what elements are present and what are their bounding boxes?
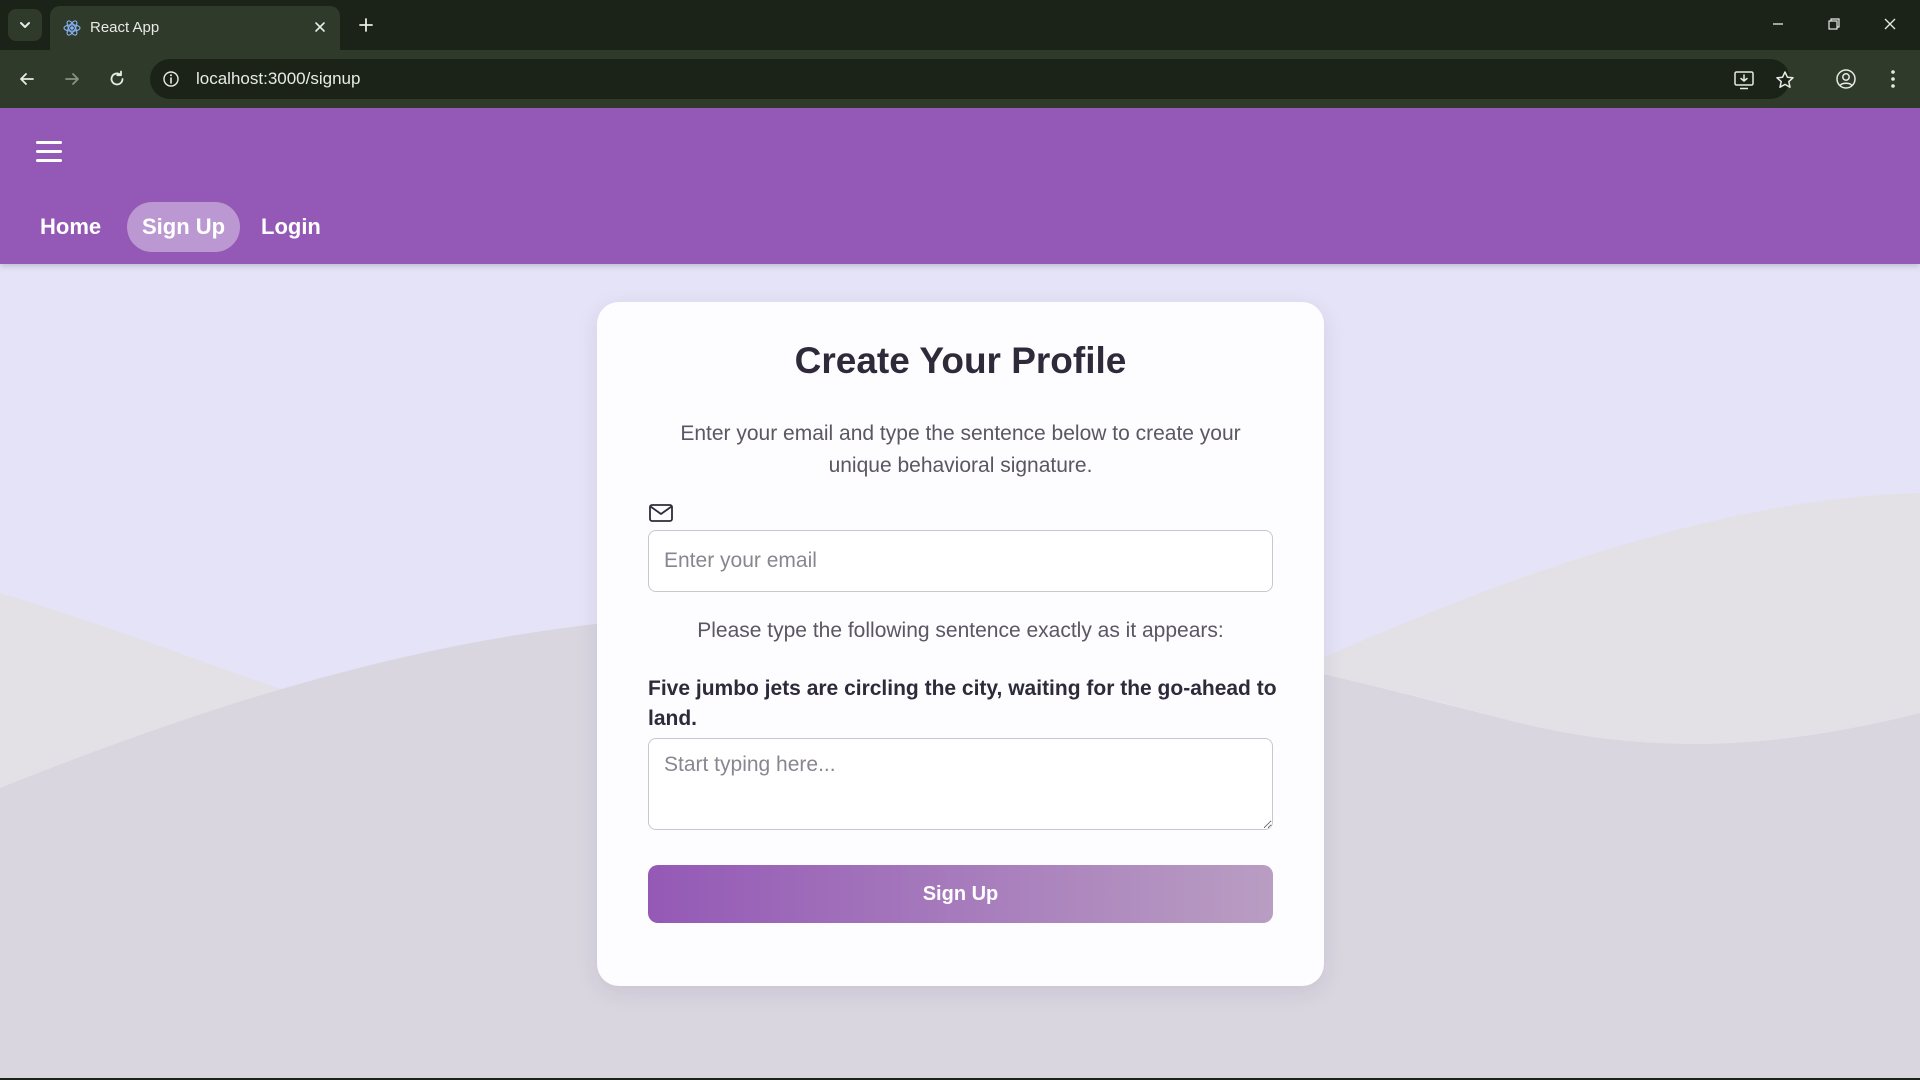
reload-button[interactable] [101,63,133,95]
bookmark-button[interactable] [1773,68,1797,92]
reload-icon [110,70,124,86]
hamburger-menu-button[interactable] [36,134,70,168]
restore-icon [1828,18,1840,30]
email-field[interactable] [648,530,1273,592]
info-icon [163,71,179,87]
target-sentence: Five jumbo jets are circling the city, w… [648,677,1277,730]
close-icon [1884,18,1896,30]
close-icon [315,22,325,32]
close-window-button[interactable] [1862,0,1918,48]
address-bar[interactable]: localhost:3000/signup [150,59,1794,99]
chevron-down-icon [20,22,30,28]
signup-card: Create Your Profile Enter your email and… [597,302,1324,986]
profile-button[interactable] [1830,63,1862,95]
star-icon [1776,71,1794,88]
plus-icon [359,18,373,32]
profile-icon [1836,69,1856,89]
nav-link-signup[interactable]: Sign Up [127,202,241,252]
nav-link-home[interactable]: Home [25,202,116,252]
typing-textarea[interactable] [648,738,1273,830]
forward-button[interactable] [56,63,88,95]
hamburger-line [36,158,62,162]
site-info-button[interactable] [160,68,182,90]
kebab-menu-icon [1891,70,1895,88]
react-icon [63,20,81,36]
install-app-icon [1734,71,1754,90]
typing-prompt: Please type the following sentence exact… [697,619,1224,642]
signup-description: Enter your email and type the sentence b… [680,422,1241,477]
hamburger-menu-icon [36,140,62,144]
minimize-button[interactable] [1750,0,1806,48]
minimize-icon [1773,23,1783,25]
browser-menu-button[interactable] [1877,63,1909,95]
browser-tab-bar: React App [0,0,1920,50]
nav-link-login[interactable]: Login [246,202,336,252]
restore-button[interactable] [1806,0,1862,48]
install-app-button[interactable] [1732,68,1756,92]
page-title: Create Your Profile [794,340,1127,381]
browser-toolbar: localhost:3000/signup [0,50,1920,108]
signup-submit-button[interactable]: Sign Up [648,865,1273,923]
back-arrow-icon [20,73,34,85]
hamburger-line [36,149,62,153]
forward-arrow-icon [65,73,79,85]
mail-icon [649,504,673,522]
browser-tab-active[interactable]: React App [50,6,340,50]
page-viewport: Home Sign Up Login Create Your Profile E… [0,108,1920,1078]
tab-list-button[interactable] [8,9,42,41]
app-header: Home Sign Up Login [0,108,1920,264]
tab-close-button[interactable] [310,17,330,37]
new-tab-button[interactable] [352,11,380,39]
back-button[interactable] [11,63,43,95]
address-url[interactable]: localhost:3000/signup [196,69,360,89]
tab-title: React App [90,19,160,36]
